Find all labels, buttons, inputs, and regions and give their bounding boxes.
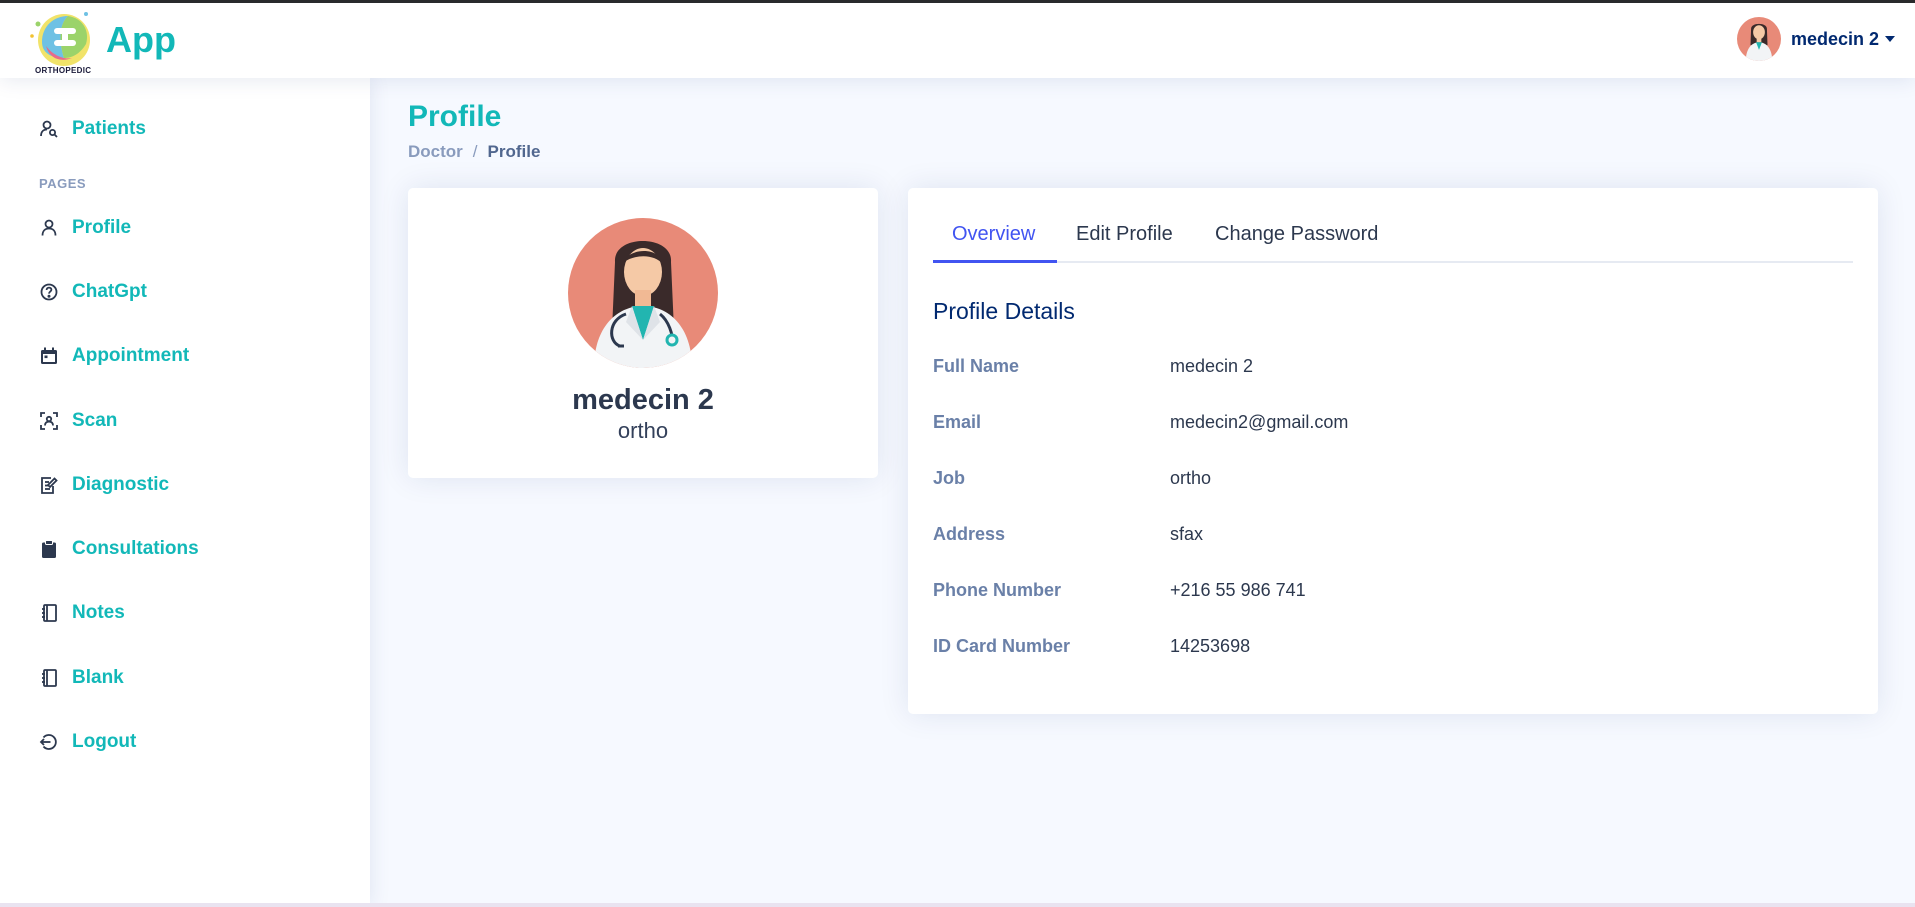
- profile-name: medecin 2: [572, 384, 714, 416]
- sidebar-item-label: Patients: [72, 118, 146, 139]
- detail-label: Address: [933, 524, 1006, 544]
- sidebar-item-label: Notes: [72, 602, 125, 623]
- sidebar-item-blank[interactable]: Blank: [38, 667, 124, 689]
- sidebar: Patients PAGES Profile ChatGpt Appointme…: [0, 78, 370, 907]
- breadcrumb: Doctor / Profile: [408, 142, 540, 162]
- sidebar-item-diagnostic[interactable]: Diagnostic: [38, 474, 169, 496]
- user-menu-toggle[interactable]: medecin 2: [1736, 17, 1895, 61]
- question-circle-icon: [38, 281, 60, 303]
- sidebar-item-label: Profile: [72, 217, 132, 238]
- breadcrumb-current: Profile: [487, 142, 541, 161]
- profile-details-card: Overview Edit Profile Change Password Pr…: [908, 188, 1878, 714]
- sidebar-item-logout[interactable]: Logout: [38, 731, 136, 753]
- app-logo[interactable]: ORTHOPEDIC App: [28, 8, 176, 78]
- page-title-block: Profile Doctor / Profile: [408, 100, 540, 162]
- detail-value: sfax: [1170, 524, 1204, 544]
- journal-icon: [38, 602, 60, 624]
- scan-icon: [38, 410, 60, 432]
- logout-icon: [38, 731, 60, 753]
- orthopedic-logo-icon: ORTHOPEDIC: [28, 8, 100, 78]
- sidebar-item-notes[interactable]: Notes: [38, 602, 125, 624]
- breadcrumb-item[interactable]: Doctor: [408, 142, 463, 162]
- calendar-icon: [38, 345, 60, 367]
- sidebar-item-label: ChatGpt: [72, 281, 147, 302]
- detail-label: Job: [933, 468, 966, 488]
- person-search-icon: [38, 118, 60, 140]
- sidebar-item-profile[interactable]: Profile: [38, 217, 131, 239]
- sidebar-item-label: Diagnostic: [72, 474, 170, 495]
- detail-value: ortho: [1170, 468, 1212, 488]
- profile-job: ortho: [617, 418, 669, 443]
- breadcrumb-separator: /: [472, 142, 478, 161]
- detail-label: Phone Number: [933, 580, 1062, 600]
- sidebar-item-patients[interactable]: Patients: [38, 118, 146, 140]
- sidebar-item-label: Appointment: [72, 345, 190, 366]
- tab-overview[interactable]: Overview: [952, 223, 1035, 246]
- sidebar-item-label: Consultations: [72, 538, 199, 559]
- sidebar-item-chatgpt[interactable]: ChatGpt: [38, 281, 147, 303]
- page-title: Profile: [408, 100, 502, 133]
- bottom-strip: [0, 903, 1915, 907]
- user-name: medecin 2: [1790, 28, 1879, 49]
- logo-subtitle: ORTHOPEDIC: [35, 66, 92, 75]
- sidebar-item-scan[interactable]: Scan: [38, 410, 117, 432]
- detail-label: Email: [933, 412, 982, 432]
- sidebar-item-appointment[interactable]: Appointment: [38, 345, 189, 367]
- logo-text: App: [106, 19, 176, 60]
- detail-value: medecin 2: [1170, 356, 1254, 376]
- journal-icon: [38, 667, 60, 689]
- tab-edit-profile[interactable]: Edit Profile: [1076, 223, 1173, 246]
- sidebar-item-label: Blank: [72, 667, 124, 688]
- profile-tabs: Overview Edit Profile Change Password: [933, 188, 1853, 263]
- sidebar-item-consultations[interactable]: Consultations: [38, 538, 199, 560]
- edit-document-icon: [38, 474, 60, 496]
- avatar: [1736, 17, 1781, 61]
- detail-value: medecin2@gmail.com: [1170, 412, 1349, 432]
- detail-value: 14253698: [1170, 636, 1251, 656]
- clipboard-icon: [38, 538, 60, 560]
- tab-change-password[interactable]: Change Password: [1215, 223, 1378, 246]
- detail-value: +216 55 986 741: [1170, 580, 1306, 600]
- top-header: ORTHOPEDIC App medecin 2: [0, 3, 1915, 78]
- person-icon: [38, 217, 60, 239]
- sidebar-item-label: Logout: [72, 731, 137, 752]
- active-tab-indicator: [933, 260, 1057, 263]
- caret-down-icon: [1885, 36, 1895, 42]
- profile-card: medecin 2 ortho: [408, 188, 878, 478]
- detail-label: ID Card Number: [933, 636, 1071, 656]
- sidebar-item-label: Scan: [72, 410, 118, 431]
- detail-label: Full Name: [933, 356, 1020, 376]
- section-title: Profile Details: [933, 298, 1075, 324]
- avatar: [568, 218, 718, 368]
- sidebar-heading: PAGES: [39, 176, 87, 191]
